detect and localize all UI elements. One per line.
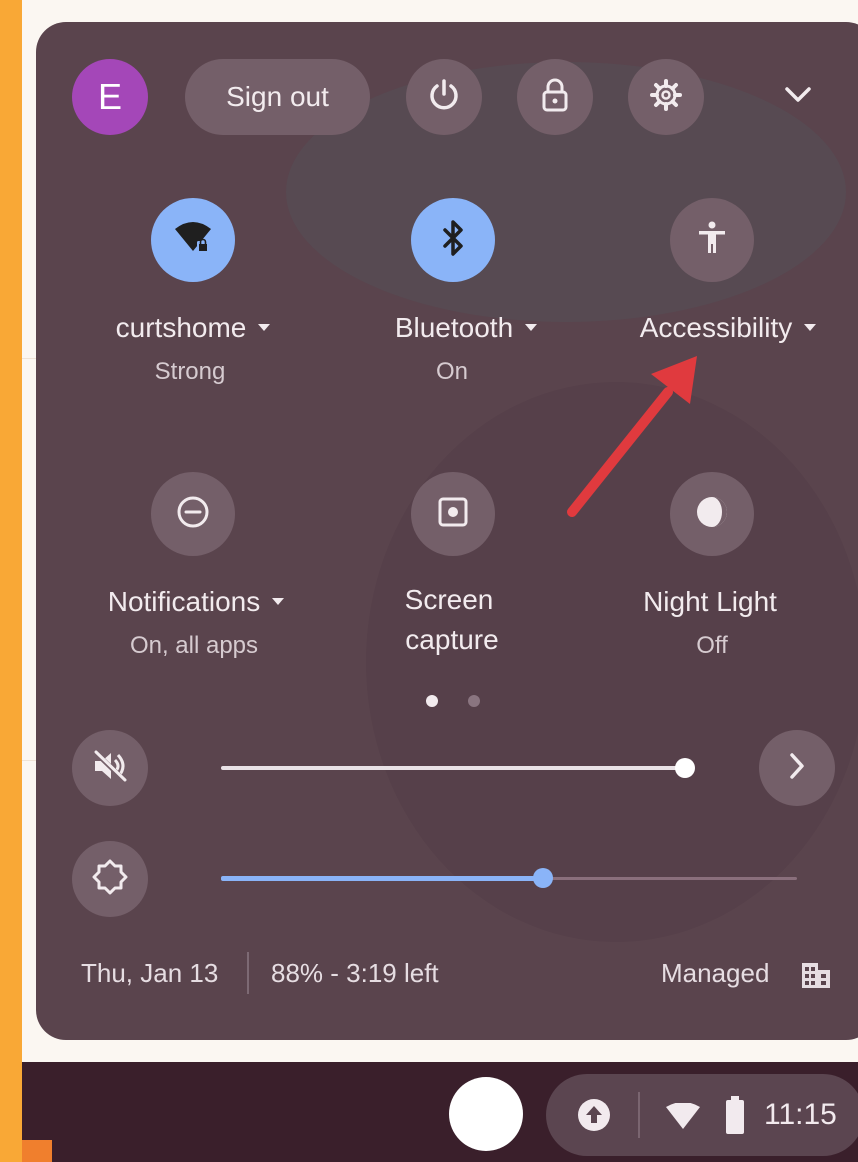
collapse-button[interactable]	[760, 59, 836, 135]
night-light-tile-button[interactable]	[670, 472, 754, 556]
screen-capture-tile-button[interactable]	[411, 472, 495, 556]
managed-label[interactable]: Managed	[661, 958, 769, 989]
night-light-icon	[694, 494, 730, 535]
enterprise-icon	[800, 960, 832, 995]
wifi-tile-status: Strong	[154, 358, 226, 385]
power-button[interactable]	[406, 59, 482, 135]
lock-button[interactable]	[517, 59, 593, 135]
accessibility-tile-button[interactable]	[670, 198, 754, 282]
volume-slider-thumb[interactable]	[675, 758, 695, 778]
clock: 11:15	[764, 1098, 837, 1131]
wifi-lock-icon	[173, 221, 213, 260]
screen-capture-icon	[436, 495, 470, 534]
audio-settings-button[interactable]	[759, 730, 835, 806]
upload-icon	[576, 1097, 612, 1138]
tray-divider	[638, 1092, 640, 1138]
volume-muted-icon	[91, 748, 129, 789]
power-icon	[426, 77, 462, 118]
avatar[interactable]: E	[72, 59, 148, 135]
accessibility-icon	[696, 220, 728, 261]
lock-icon	[539, 77, 571, 118]
bluetooth-tile-button[interactable]	[411, 198, 495, 282]
settings-button[interactable]	[628, 59, 704, 135]
do-not-disturb-icon	[175, 494, 211, 535]
wifi-tile-button[interactable]	[151, 198, 235, 282]
wallpaper-tint	[366, 382, 858, 942]
page-dot[interactable]	[468, 695, 480, 707]
brightness-slider-thumb[interactable]	[533, 868, 553, 888]
notifications-tile-status: On, all apps	[129, 632, 259, 659]
shelf-edge	[22, 1140, 52, 1162]
bluetooth-icon	[439, 218, 467, 263]
page-dot-active[interactable]	[426, 695, 438, 707]
accessibility-tile-label[interactable]: Accessibility	[598, 312, 858, 344]
gear-icon	[648, 77, 684, 118]
wifi-tile-label[interactable]: curtshome	[63, 312, 323, 344]
screen-capture-label-line1[interactable]: Screen	[319, 584, 579, 616]
battery-icon	[724, 1096, 746, 1141]
battery-status[interactable]: 88% - 3:19 left	[271, 958, 439, 989]
volume-slider-track[interactable]	[221, 766, 685, 770]
brightness-slider-fill	[221, 876, 543, 881]
status-tray[interactable]: 11:15	[546, 1074, 858, 1156]
launcher-button[interactable]	[449, 1077, 523, 1151]
chevron-right-icon	[787, 751, 807, 786]
brightness-icon	[91, 858, 129, 901]
night-light-tile-label[interactable]: Night Light	[580, 586, 840, 618]
night-light-tile-status: Off	[696, 632, 728, 659]
sign-out-button[interactable]: Sign out	[185, 59, 370, 135]
mute-toggle-button[interactable]	[72, 730, 148, 806]
screen-capture-label-line2[interactable]: capture	[322, 624, 582, 656]
bluetooth-tile-label[interactable]: Bluetooth	[336, 312, 596, 344]
brightness-button[interactable]	[72, 841, 148, 917]
notifications-tile-button[interactable]	[151, 472, 235, 556]
bluetooth-tile-status: On	[435, 358, 468, 385]
wifi-icon	[664, 1102, 702, 1136]
notifications-tile-label[interactable]: Notifications	[66, 586, 326, 618]
footer-divider	[247, 952, 249, 994]
chevron-down-icon	[783, 85, 813, 110]
date-label[interactable]: Thu, Jan 13	[81, 958, 218, 989]
